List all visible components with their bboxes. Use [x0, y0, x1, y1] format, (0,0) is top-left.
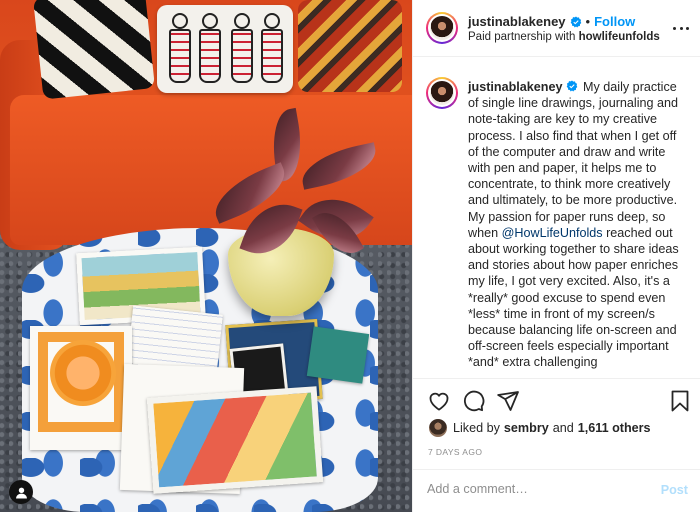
- partnership-prefix: Paid partnership with: [468, 31, 576, 43]
- comment-button[interactable]: [461, 389, 485, 413]
- share-button[interactable]: [496, 389, 520, 413]
- liked-by-and: and: [552, 421, 574, 435]
- avatar-photo: [430, 16, 454, 40]
- notebook-page: [127, 305, 223, 373]
- striped-pillow: [298, 0, 402, 92]
- more-options-icon[interactable]: [673, 20, 689, 36]
- liker-avatar[interactable]: [429, 419, 447, 437]
- liked-by-user-link[interactable]: sembry: [504, 421, 549, 435]
- paid-partnership-label: Paid partnership with howlifeunfolds: [468, 31, 660, 43]
- caption-text-start: My daily practice of single line drawing…: [468, 80, 679, 240]
- pillow-figure: [229, 13, 253, 85]
- author-username[interactable]: justinablakeney: [468, 14, 566, 29]
- post-comment-button[interactable]: Post: [661, 483, 688, 497]
- verified-badge-icon: [570, 16, 581, 27]
- pillow-figure: [259, 13, 283, 85]
- pillow-figure: [197, 13, 221, 85]
- bookmark-icon: [671, 390, 689, 412]
- save-button[interactable]: [668, 389, 692, 413]
- post-timestamp[interactable]: 7 DAYS AGO: [428, 447, 482, 457]
- more-dot: [679, 26, 683, 30]
- heart-icon: [429, 392, 449, 411]
- avatar-ring: [428, 14, 456, 42]
- more-dot: [673, 26, 676, 30]
- sun-shape: [50, 340, 116, 406]
- likes-count-link[interactable]: 1,611 others: [578, 421, 651, 435]
- post-photo[interactable]: [0, 0, 412, 512]
- liked-by-prefix: Liked by: [453, 421, 500, 435]
- verified-badge-icon: [566, 80, 577, 92]
- likes-summary: Liked by sembry and 1,611 others: [429, 418, 655, 438]
- author-avatar[interactable]: [426, 12, 458, 44]
- like-button[interactable]: [427, 389, 451, 413]
- post-header: justinablakeney • Follow Paid partnershi…: [413, 0, 700, 57]
- paper-plane-icon: [497, 391, 519, 411]
- post-sidebar: justinablakeney • Follow Paid partnershi…: [412, 0, 700, 512]
- user-tag-icon[interactable]: [9, 480, 33, 504]
- figures-pillow: [157, 5, 293, 93]
- black-white-pillow: [32, 0, 156, 100]
- comment-bar: Post: [413, 469, 700, 512]
- post-caption: justinablakeney My daily practice of sin…: [468, 79, 690, 371]
- caption-text-end: reached out about working together to sh…: [468, 225, 679, 370]
- follow-button[interactable]: Follow: [594, 14, 635, 29]
- pillow-figure: [167, 13, 191, 85]
- user-tag-glyph: [15, 487, 27, 498]
- caption-username[interactable]: justinablakeney: [468, 80, 563, 94]
- collage-artwork: [146, 386, 324, 494]
- comments-area[interactable]: justinablakeney My daily practice of sin…: [413, 57, 700, 378]
- sun-painting: [30, 326, 132, 450]
- avatar-photo: [430, 81, 454, 105]
- more-dot: [686, 26, 689, 30]
- header-separator: •: [585, 14, 591, 29]
- avatar-ring: [428, 79, 456, 107]
- caption-author-avatar[interactable]: [426, 77, 458, 109]
- header-user-row: justinablakeney • Follow: [468, 14, 635, 29]
- partner-link[interactable]: howlifeunfolds: [579, 31, 660, 43]
- comment-input[interactable]: [427, 482, 647, 496]
- comment-icon: [463, 390, 485, 412]
- teal-card: [306, 326, 370, 384]
- caption-mention-link[interactable]: @HowLifeUnfolds: [502, 226, 603, 240]
